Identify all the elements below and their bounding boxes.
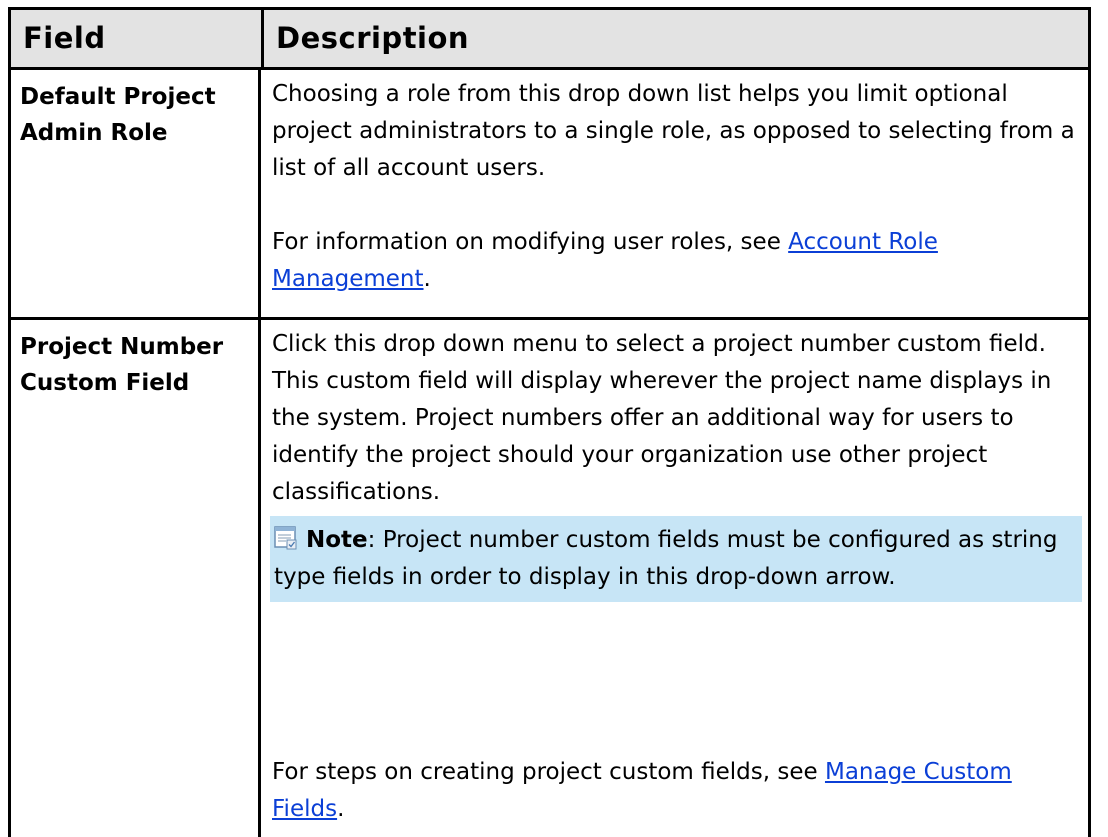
row2-left-border: [8, 317, 11, 837]
note-icon: [274, 525, 298, 550]
header-field: Field: [23, 21, 106, 55]
row2-paragraph2-suffix: .: [337, 796, 345, 822]
row2-field-name: Project Number Custom Field: [20, 334, 224, 396]
note-box: Note: Project number custom fields must …: [270, 516, 1082, 602]
row1-paragraph2-prefix: For information on modifying user roles,…: [272, 229, 789, 255]
row1-right-border: [1088, 67, 1091, 327]
note-text: : Project number custom fields must be c…: [274, 527, 1058, 590]
field-description-table: Field Description Default Project Admin …: [8, 7, 1091, 837]
row2-column-divider: [258, 317, 261, 837]
row1-field-name: Default Project Admin Role: [20, 84, 216, 146]
row1-left-border: [8, 67, 11, 327]
row2-paragraph2: For steps on creating project custom fie…: [272, 754, 1082, 828]
row1-description: Choosing a role from this drop down list…: [272, 76, 1082, 187]
header-divider: [261, 10, 264, 67]
row2-paragraph1: Click this drop down menu to select a pr…: [272, 331, 1052, 505]
row2-description: Click this drop down menu to select a pr…: [272, 326, 1082, 511]
row2-right-border: [1088, 317, 1091, 837]
table-header-row: Field Description: [8, 7, 1091, 70]
header-description: Description: [276, 21, 470, 55]
row1-column-divider: [258, 67, 261, 327]
row1-paragraph2: For information on modifying user roles,…: [272, 224, 1082, 298]
row2-paragraph2-prefix: For steps on creating project custom fie…: [272, 759, 825, 785]
note-label: Note: [306, 527, 368, 553]
row1-paragraph1: Choosing a role from this drop down list…: [272, 81, 1075, 181]
row1-paragraph2-suffix: .: [423, 266, 431, 292]
row2-top-border: [8, 317, 1091, 320]
